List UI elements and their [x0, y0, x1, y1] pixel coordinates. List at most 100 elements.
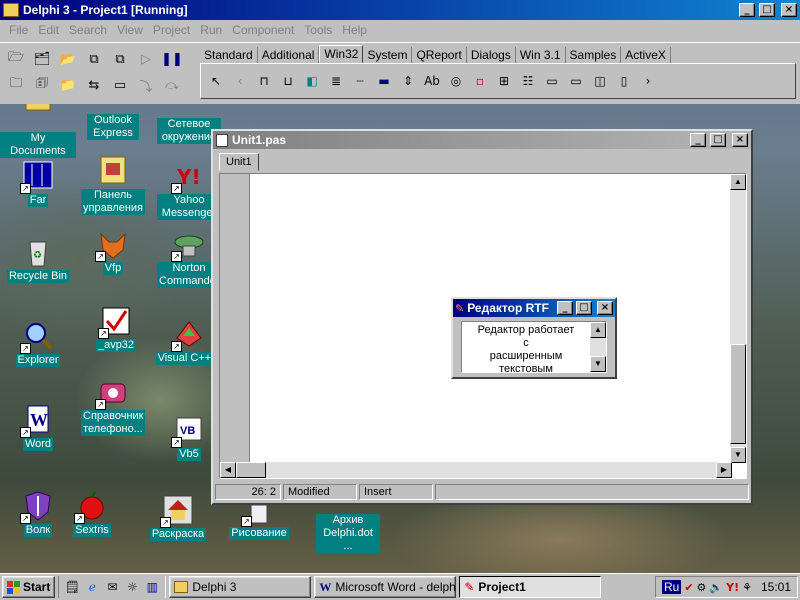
- menu-project[interactable]: Project: [148, 23, 195, 37]
- trace-into-icon[interactable]: ⤵: [134, 73, 158, 97]
- imagelist-icon[interactable]: ◧: [301, 70, 323, 92]
- show-desktop-icon[interactable]: 🗒: [63, 578, 81, 596]
- far-quick-icon[interactable]: ▥: [143, 578, 161, 596]
- internet-explorer-icon[interactable]: ℯ: [83, 578, 101, 596]
- updown-icon[interactable]: ⇕: [397, 70, 419, 92]
- menu-component[interactable]: Component: [227, 23, 299, 37]
- hotkey-icon[interactable]: Ab: [421, 70, 443, 92]
- tab-system[interactable]: System: [363, 47, 413, 63]
- horizontal-scroll-thumb[interactable]: [236, 462, 266, 478]
- new-form-icon[interactable]: ▭: [108, 73, 132, 97]
- desktop-icon-raskraska[interactable]: ↗ Раскраска: [140, 494, 216, 541]
- menu-run[interactable]: Run: [195, 23, 227, 37]
- save-all-icon[interactable]: 🗂: [30, 47, 54, 71]
- tab-qreport[interactable]: QReport: [412, 47, 467, 63]
- vertical-scroll-thumb[interactable]: [730, 344, 746, 444]
- view-unit-icon[interactable]: ⧉: [82, 47, 106, 71]
- editor-close-button[interactable]: ×: [732, 133, 748, 147]
- editor-minimize-button[interactable]: _: [690, 133, 706, 147]
- treeview-icon[interactable]: ⊞: [493, 70, 515, 92]
- desktop-icon-archive-delphi-dot[interactable]: Архив Delphi.dot ...: [310, 508, 386, 553]
- task-microsoft-word[interactable]: W Microsoft Word - delphi: [314, 576, 457, 598]
- scroll-right-icon[interactable]: ▶: [716, 462, 732, 478]
- headercontrol-icon[interactable]: ▭: [541, 70, 563, 92]
- pointer-icon[interactable]: ↖: [205, 70, 227, 92]
- pagecontrol-icon[interactable]: ⊔: [277, 70, 299, 92]
- rtf-minimize-button[interactable]: _: [557, 301, 573, 315]
- editor-vertical-scrollbar[interactable]: ▲ ▼: [730, 174, 746, 463]
- volume-icon[interactable]: 🔈: [709, 581, 723, 594]
- yahoo-tray-icon[interactable]: Y!: [726, 581, 739, 594]
- save-file-icon[interactable]: 🗀: [4, 73, 28, 97]
- scroll-left-icon[interactable]: ‹: [229, 70, 251, 92]
- outlook-icon[interactable]: ✉: [103, 578, 121, 596]
- editor-horizontal-scrollbar[interactable]: ◀ ▶: [220, 462, 732, 478]
- close-button[interactable]: ×: [781, 3, 797, 17]
- progressbar-icon[interactable]: ▬: [373, 70, 395, 92]
- coolbar-icon[interactable]: ▯: [613, 70, 635, 92]
- desktop-icon-word[interactable]: W ↗ Word: [0, 404, 76, 451]
- scroll-down-icon[interactable]: ▼: [730, 447, 746, 463]
- datetimepicker-icon[interactable]: ▫: [469, 70, 491, 92]
- memo-scroll-down-icon[interactable]: ▼: [590, 356, 606, 372]
- language-indicator[interactable]: Ru: [661, 580, 682, 594]
- desktop-icon-vfp[interactable]: ↗ Vfp: [75, 228, 151, 275]
- scroll-right-icon[interactable]: ›: [637, 70, 659, 92]
- menu-help[interactable]: Help: [337, 23, 372, 37]
- step-over-icon[interactable]: ⤼: [160, 73, 184, 97]
- animate-icon[interactable]: ◎: [445, 70, 467, 92]
- rich-text-memo[interactable]: Редактор работает с расширенным текстовы…: [461, 321, 607, 373]
- view-form-icon[interactable]: ⧉: [108, 47, 132, 71]
- open-project-icon[interactable]: 🗁: [4, 47, 28, 71]
- tray-misc-icon[interactable]: ⚘: [742, 581, 752, 594]
- tab-win32[interactable]: Win32: [319, 45, 364, 63]
- tab-activex[interactable]: ActiveX: [621, 47, 671, 63]
- add-file-icon[interactable]: 🗊: [30, 73, 54, 97]
- toggle-form-unit-icon[interactable]: ⇆: [82, 73, 106, 97]
- minimize-button[interactable]: _: [739, 3, 755, 17]
- task-project1[interactable]: ✎ Project1: [459, 576, 602, 598]
- memo-vertical-scrollbar[interactable]: ▲ ▼: [590, 322, 606, 372]
- statusbar-icon[interactable]: ▭: [565, 70, 587, 92]
- editor-maximize-button[interactable]: □: [710, 133, 726, 147]
- desktop-icon-avp32[interactable]: ↗ _avp32: [78, 305, 154, 352]
- tab-unit1[interactable]: Unit1: [219, 153, 259, 171]
- tab-standard[interactable]: Standard: [200, 47, 258, 63]
- desktop-icon-sextris[interactable]: ↗ Sextris: [54, 490, 130, 537]
- scroll-up-icon[interactable]: ▲: [730, 174, 746, 190]
- menu-view[interactable]: View: [112, 23, 148, 37]
- tray-app-icon[interactable]: ✔: [684, 581, 693, 594]
- listview-icon[interactable]: ☷: [517, 70, 539, 92]
- editor-title-bar[interactable]: Unit1.pas _ □ ×: [213, 131, 751, 149]
- main-title-bar[interactable]: Delphi 3 - Project1 [Running] _ □ ×: [0, 0, 800, 20]
- run-icon[interactable]: ▷: [134, 47, 158, 71]
- scroll-left-icon[interactable]: ◀: [220, 462, 236, 478]
- desktop-icon-far[interactable]: ↗ Far: [0, 160, 76, 207]
- menu-file[interactable]: File: [4, 23, 33, 37]
- menu-tools[interactable]: Tools: [299, 23, 337, 37]
- pause-icon[interactable]: ❚❚: [160, 47, 184, 71]
- rtf-title-bar[interactable]: ✎ Редактор RTF _ □ ×: [453, 299, 615, 317]
- tab-samples[interactable]: Samples: [566, 47, 622, 63]
- channels-icon[interactable]: ☼: [123, 578, 141, 596]
- desktop-icon-control-panel[interactable]: Панель управления: [75, 155, 151, 215]
- rtf-close-button[interactable]: ×: [597, 301, 613, 315]
- desktop-icon-explorer[interactable]: ↗ Explorer: [0, 320, 76, 367]
- desktop-icon-recycle-bin[interactable]: ♻ Recycle Bin: [0, 236, 76, 283]
- menu-search[interactable]: Search: [64, 23, 112, 37]
- tab-win31[interactable]: Win 3.1: [516, 47, 566, 63]
- maximize-button[interactable]: □: [759, 3, 775, 17]
- desktop-icon-my-documents[interactable]: My Documents: [0, 97, 76, 158]
- task-delphi[interactable]: Delphi 3: [169, 576, 312, 598]
- remove-file-icon[interactable]: 📁: [56, 73, 80, 97]
- tray-tool-icon[interactable]: ⚙: [697, 581, 707, 594]
- toolbar-icon[interactable]: ◫: [589, 70, 611, 92]
- rtf-maximize-button[interactable]: □: [576, 301, 592, 315]
- desktop-icon-risovanie[interactable]: ↗ Рисование: [221, 504, 297, 540]
- open-file-icon[interactable]: 📂: [56, 47, 80, 71]
- memo-scroll-up-icon[interactable]: ▲: [590, 322, 606, 338]
- desktop-icon-outlook-express[interactable]: Outlook Express: [75, 98, 151, 140]
- start-button[interactable]: Start: [2, 576, 56, 598]
- menu-edit[interactable]: Edit: [33, 23, 64, 37]
- tab-additional[interactable]: Additional: [258, 47, 320, 63]
